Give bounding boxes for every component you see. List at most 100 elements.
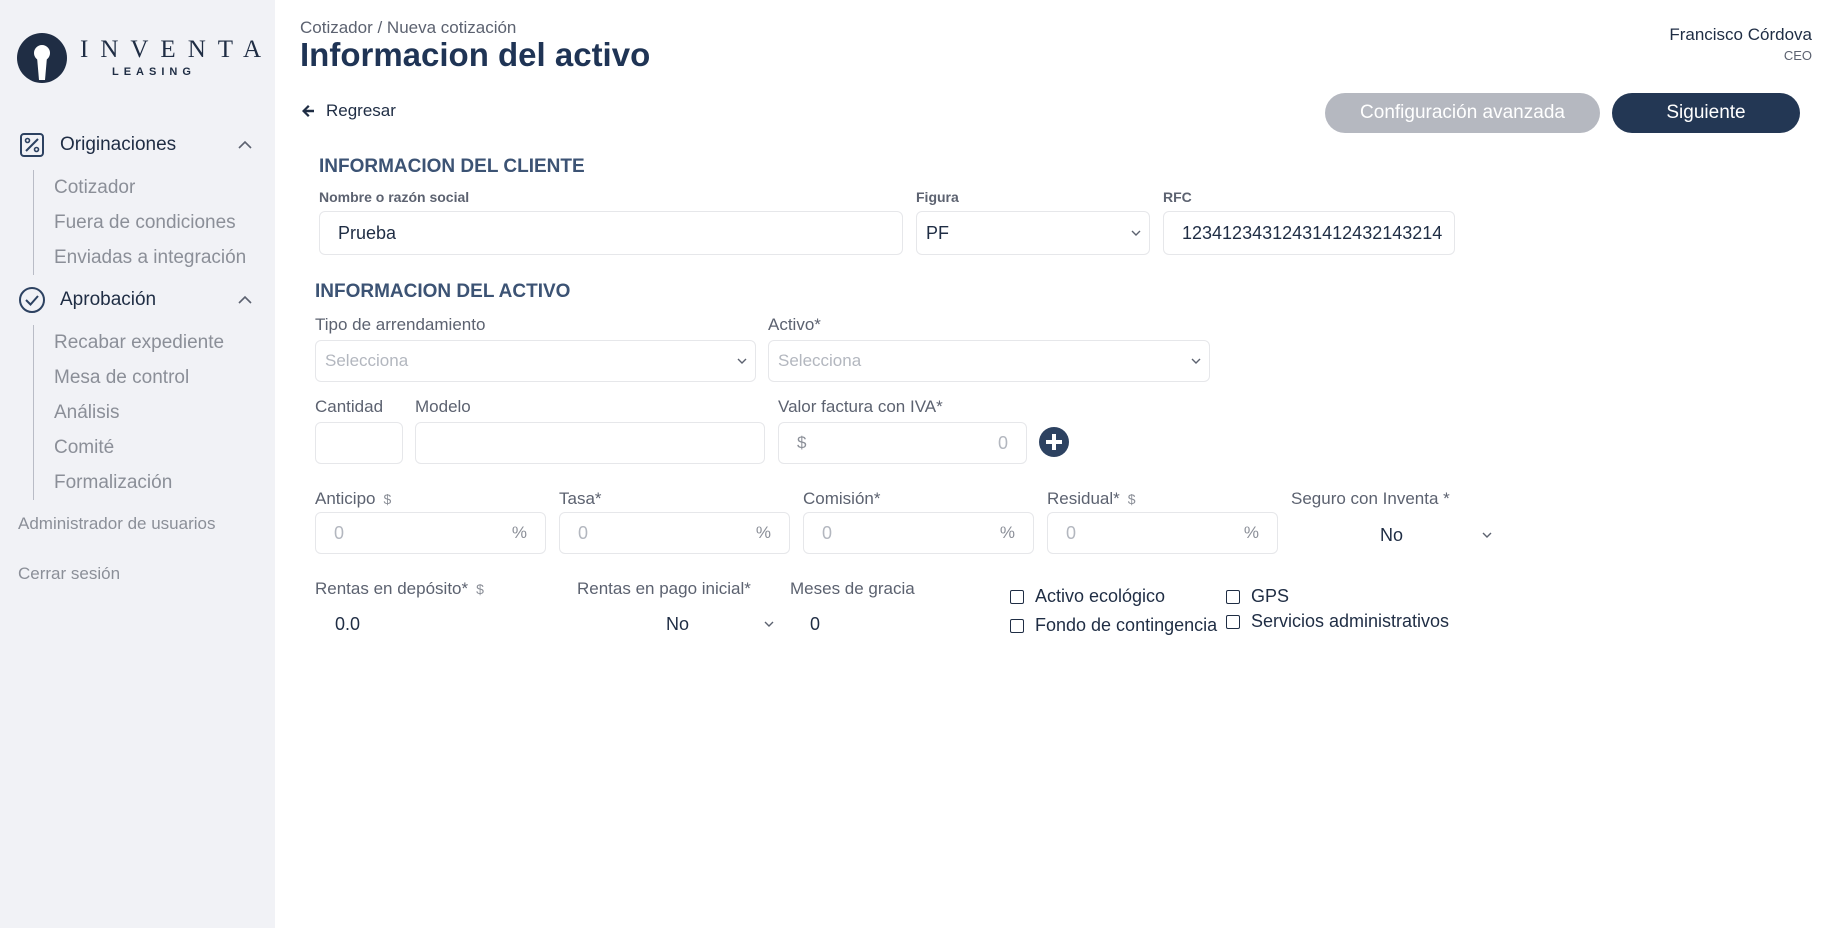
- chevron-down-icon: [1131, 230, 1141, 236]
- commission-value: 0: [822, 522, 833, 543]
- grace-months-label: Meses de gracia: [790, 579, 915, 598]
- sidebar-item-mesa-de-control[interactable]: Mesa de control: [34, 360, 224, 395]
- dollar-icon[interactable]: $: [476, 581, 484, 597]
- next-button[interactable]: Siguiente: [1612, 93, 1800, 133]
- residual-value: 0: [1066, 522, 1077, 543]
- back-link[interactable]: Regresar: [300, 101, 396, 121]
- percent-square-icon: [18, 131, 46, 159]
- model-label: Modelo: [415, 397, 471, 416]
- advanced-config-button[interactable]: Configuración avanzada: [1325, 93, 1600, 133]
- invoice-value-field[interactable]: $ 0: [778, 422, 1027, 464]
- figure-select[interactable]: PF: [916, 211, 1150, 255]
- checkbox-box[interactable]: [1010, 589, 1024, 604]
- initial-rents-label: Rentas en pago inicial*: [577, 579, 751, 598]
- chevron-down-icon: [1191, 358, 1201, 364]
- asset-select[interactable]: Selecciona: [768, 340, 1210, 382]
- down-payment-value: 0: [334, 522, 345, 543]
- rate-label: Tasa*: [559, 489, 602, 508]
- gps-checkbox[interactable]: GPS: [1226, 586, 1289, 607]
- checkbox-box[interactable]: [1010, 618, 1024, 633]
- breadcrumb: Cotizador / Nueva cotización: [300, 18, 517, 37]
- percent-unit: %: [999, 523, 1015, 542]
- client-name-field[interactable]: Prueba: [319, 211, 903, 255]
- chevron-up-icon[interactable]: [236, 136, 254, 154]
- sidebar-item-enviadas-a-integracion[interactable]: Enviadas a integración: [34, 240, 246, 275]
- insurance-select[interactable]: No: [1380, 525, 1492, 546]
- currency-symbol: $: [797, 433, 807, 452]
- chevron-down-icon: [764, 621, 774, 627]
- asset-section-title: INFORMACION DEL ACTIVO: [315, 281, 571, 302]
- chevron-down-icon: [737, 358, 747, 364]
- inventa-logo[interactable]: INVENTA LEASING: [16, 32, 261, 86]
- admin-services-checkbox[interactable]: Servicios administrativos: [1226, 611, 1449, 632]
- commission-field[interactable]: 0 %: [803, 512, 1034, 554]
- contingency-fund-label: Fondo de contingencia: [1035, 615, 1218, 635]
- rfc-field[interactable]: 12341234312431412432143214: [1163, 211, 1455, 255]
- sidebar-logout-link[interactable]: Cerrar sesión: [18, 564, 120, 584]
- quantity-field[interactable]: [315, 422, 403, 464]
- down-payment-label: Anticipo $: [315, 489, 391, 509]
- chevron-down-icon: [1482, 532, 1492, 538]
- down-payment-field[interactable]: 0 %: [315, 512, 546, 554]
- client-name-label: Nombre o razón social: [319, 189, 470, 205]
- app-root: INVENTA LEASING Originaciones Cotizador …: [0, 0, 1848, 928]
- checkbox-box[interactable]: [1226, 614, 1240, 629]
- residual-field[interactable]: 0 %: [1047, 512, 1278, 554]
- check-circle-icon: [18, 286, 46, 314]
- user-role: CEO: [1783, 48, 1812, 63]
- dollar-icon[interactable]: $: [383, 491, 391, 507]
- commission-label: Comisión*: [803, 489, 881, 508]
- page-title: Informacion del activo: [300, 36, 651, 73]
- lease-type-select[interactable]: Selecciona: [315, 340, 756, 382]
- dollar-icon[interactable]: $: [1128, 491, 1136, 507]
- rate-field[interactable]: 0 %: [559, 512, 790, 554]
- insurance-value: No: [1380, 525, 1404, 545]
- invoice-value: 0: [997, 432, 1008, 453]
- residual-label-text: Residual*: [1047, 489, 1120, 508]
- sidebar: INVENTA LEASING Originaciones Cotizador …: [0, 0, 275, 928]
- chevron-up-icon[interactable]: [236, 291, 254, 309]
- figure-label: Figura: [916, 189, 959, 205]
- gps-label: GPS: [1251, 586, 1290, 606]
- add-asset-button[interactable]: [1039, 427, 1069, 457]
- checkbox-box[interactable]: [1226, 589, 1240, 604]
- model-field[interactable]: [415, 422, 765, 464]
- sidebar-admin-users-link[interactable]: Administrador de usuarios: [18, 514, 215, 534]
- nav-section-aprobacion[interactable]: Aprobación: [18, 285, 254, 315]
- sidebar-item-formalizacion[interactable]: Formalización: [34, 465, 224, 500]
- arrow-left-icon: [302, 105, 314, 117]
- lease-type-placeholder: Selecciona: [325, 351, 409, 370]
- insurance-label: Seguro con Inventa *: [1291, 489, 1450, 508]
- logo-wordmark: INVENTA: [80, 36, 274, 63]
- figure-selected-value: PF: [926, 222, 950, 243]
- deposit-rents-value[interactable]: 0.0: [335, 614, 360, 635]
- grace-months-value[interactable]: 0: [810, 614, 820, 635]
- initial-rents-value: No: [666, 614, 690, 634]
- sidebar-item-recabar-expediente[interactable]: Recabar expediente: [34, 325, 224, 360]
- nav-section-label: Aprobación: [60, 289, 157, 310]
- deposit-rents-label-text: Rentas en depósito*: [315, 579, 469, 598]
- client-section-title: INFORMACION DEL CLIENTE: [319, 156, 585, 177]
- sidebar-item-analisis[interactable]: Análisis: [34, 395, 224, 430]
- user-info[interactable]: Francisco Córdova CEO: [1669, 25, 1812, 63]
- admin-services-label: Servicios administrativos: [1251, 611, 1450, 631]
- down-payment-label-text: Anticipo: [315, 489, 376, 508]
- user-name: Francisco Córdova: [1669, 25, 1812, 44]
- eco-asset-checkbox[interactable]: Activo ecológico: [1010, 586, 1165, 607]
- nav-section-originaciones[interactable]: Originaciones: [18, 130, 254, 160]
- keyhole-logo-icon: [17, 33, 67, 83]
- sidebar-item-comite[interactable]: Comité: [34, 430, 224, 465]
- asset-label: Activo*: [768, 315, 821, 334]
- lease-type-label: Tipo de arrendamiento: [315, 315, 486, 334]
- rate-value: 0: [578, 522, 589, 543]
- eco-asset-label: Activo ecológico: [1035, 586, 1166, 606]
- percent-unit: %: [511, 523, 527, 542]
- rfc-label: RFC: [1163, 189, 1192, 205]
- initial-rents-select[interactable]: No: [666, 614, 774, 635]
- sidebar-item-fuera-de-condiciones[interactable]: Fuera de condiciones: [34, 205, 246, 240]
- contingency-fund-checkbox[interactable]: Fondo de contingencia: [1010, 615, 1217, 636]
- nav-section-label: Originaciones: [60, 134, 177, 155]
- sidebar-item-cotizador[interactable]: Cotizador: [34, 170, 246, 205]
- nav-sub-originaciones: Cotizador Fuera de condiciones Enviadas …: [33, 170, 246, 275]
- residual-label: Residual* $: [1047, 489, 1136, 509]
